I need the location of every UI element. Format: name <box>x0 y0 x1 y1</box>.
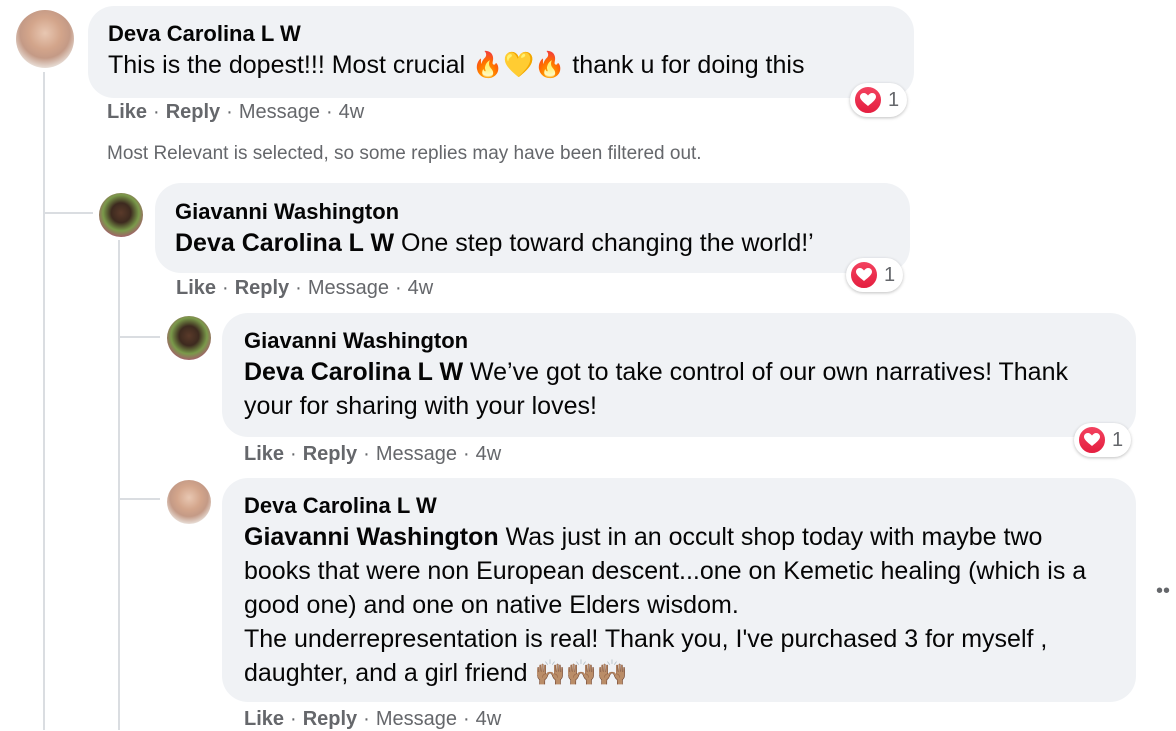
reaction-count: 1 <box>888 88 900 111</box>
avatar[interactable] <box>16 10 74 68</box>
timestamp[interactable]: 4w <box>339 101 365 123</box>
comment-bubble: Giavanni Washington Deva Carolina L W On… <box>155 183 910 273</box>
reaction-count: 1 <box>884 263 896 286</box>
reaction-summary[interactable]: 1 <box>850 83 908 117</box>
message-button[interactable]: Message <box>308 277 389 299</box>
like-button[interactable]: Like <box>244 443 284 465</box>
message-button[interactable]: Message <box>376 708 457 730</box>
filter-notice: Most Relevant is selected, so some repli… <box>107 143 702 164</box>
comment-bubble: Giavanni Washington Deva Carolina L W We… <box>222 313 1136 437</box>
avatar[interactable] <box>167 316 211 360</box>
comment-text: This is the dopest!!! Most crucial 🔥💛🔥 t… <box>108 51 805 79</box>
mention-link[interactable]: Deva Carolina L W <box>244 358 463 386</box>
avatar[interactable] <box>99 193 143 237</box>
comment-bubble: Deva Carolina L W Giavanni Washington Wa… <box>222 478 1136 702</box>
thread-line <box>43 72 45 730</box>
comment-text: One step toward changing the world!’ <box>394 229 814 257</box>
timestamp[interactable]: 4w <box>408 277 434 299</box>
comment-author[interactable]: Deva Carolina L W <box>108 20 894 48</box>
thread-connector <box>118 498 160 500</box>
heart-icon <box>850 261 878 289</box>
mention-link[interactable]: Giavanni Washington <box>244 523 499 551</box>
reaction-summary[interactable]: 1 <box>846 258 904 292</box>
comment-text: The underrepresentation is real! Thank y… <box>244 625 1048 687</box>
reply-button[interactable]: Reply <box>303 443 357 465</box>
timestamp[interactable]: 4w <box>476 708 502 730</box>
comment-author[interactable]: Giavanni Washington <box>244 327 1114 355</box>
comment-actions: Like · Reply · Message · 4w <box>176 277 434 299</box>
comment-actions: Like · Reply · Message · 4w <box>244 708 502 730</box>
reply-button[interactable]: Reply <box>166 101 220 123</box>
like-button[interactable]: Like <box>176 277 216 299</box>
like-button[interactable]: Like <box>244 708 284 730</box>
heart-icon <box>1078 426 1106 454</box>
thread-line <box>118 240 120 730</box>
mention-link[interactable]: Deva Carolina L W <box>175 229 394 257</box>
heart-icon <box>854 86 882 114</box>
thread-connector <box>118 336 160 338</box>
message-button[interactable]: Message <box>239 101 320 123</box>
comment-actions: Like · Reply · Message · 4w <box>244 443 502 465</box>
comment-bubble: Deva Carolina L W This is the dopest!!! … <box>88 6 914 98</box>
like-button[interactable]: Like <box>107 101 147 123</box>
timestamp[interactable]: 4w <box>476 443 502 465</box>
reaction-count: 1 <box>1112 428 1124 451</box>
comment-author[interactable]: Deva Carolina L W <box>244 492 1114 520</box>
thread-connector <box>43 212 93 214</box>
reply-button[interactable]: Reply <box>235 277 289 299</box>
avatar[interactable] <box>167 480 211 524</box>
reaction-summary[interactable]: 1 <box>1074 423 1132 457</box>
more-options-icon[interactable]: •• <box>1156 580 1170 603</box>
comment-author[interactable]: Giavanni Washington <box>175 198 890 226</box>
message-button[interactable]: Message <box>376 443 457 465</box>
reply-button[interactable]: Reply <box>303 708 357 730</box>
comment-actions: Like · Reply · Message · 4w <box>107 101 365 123</box>
